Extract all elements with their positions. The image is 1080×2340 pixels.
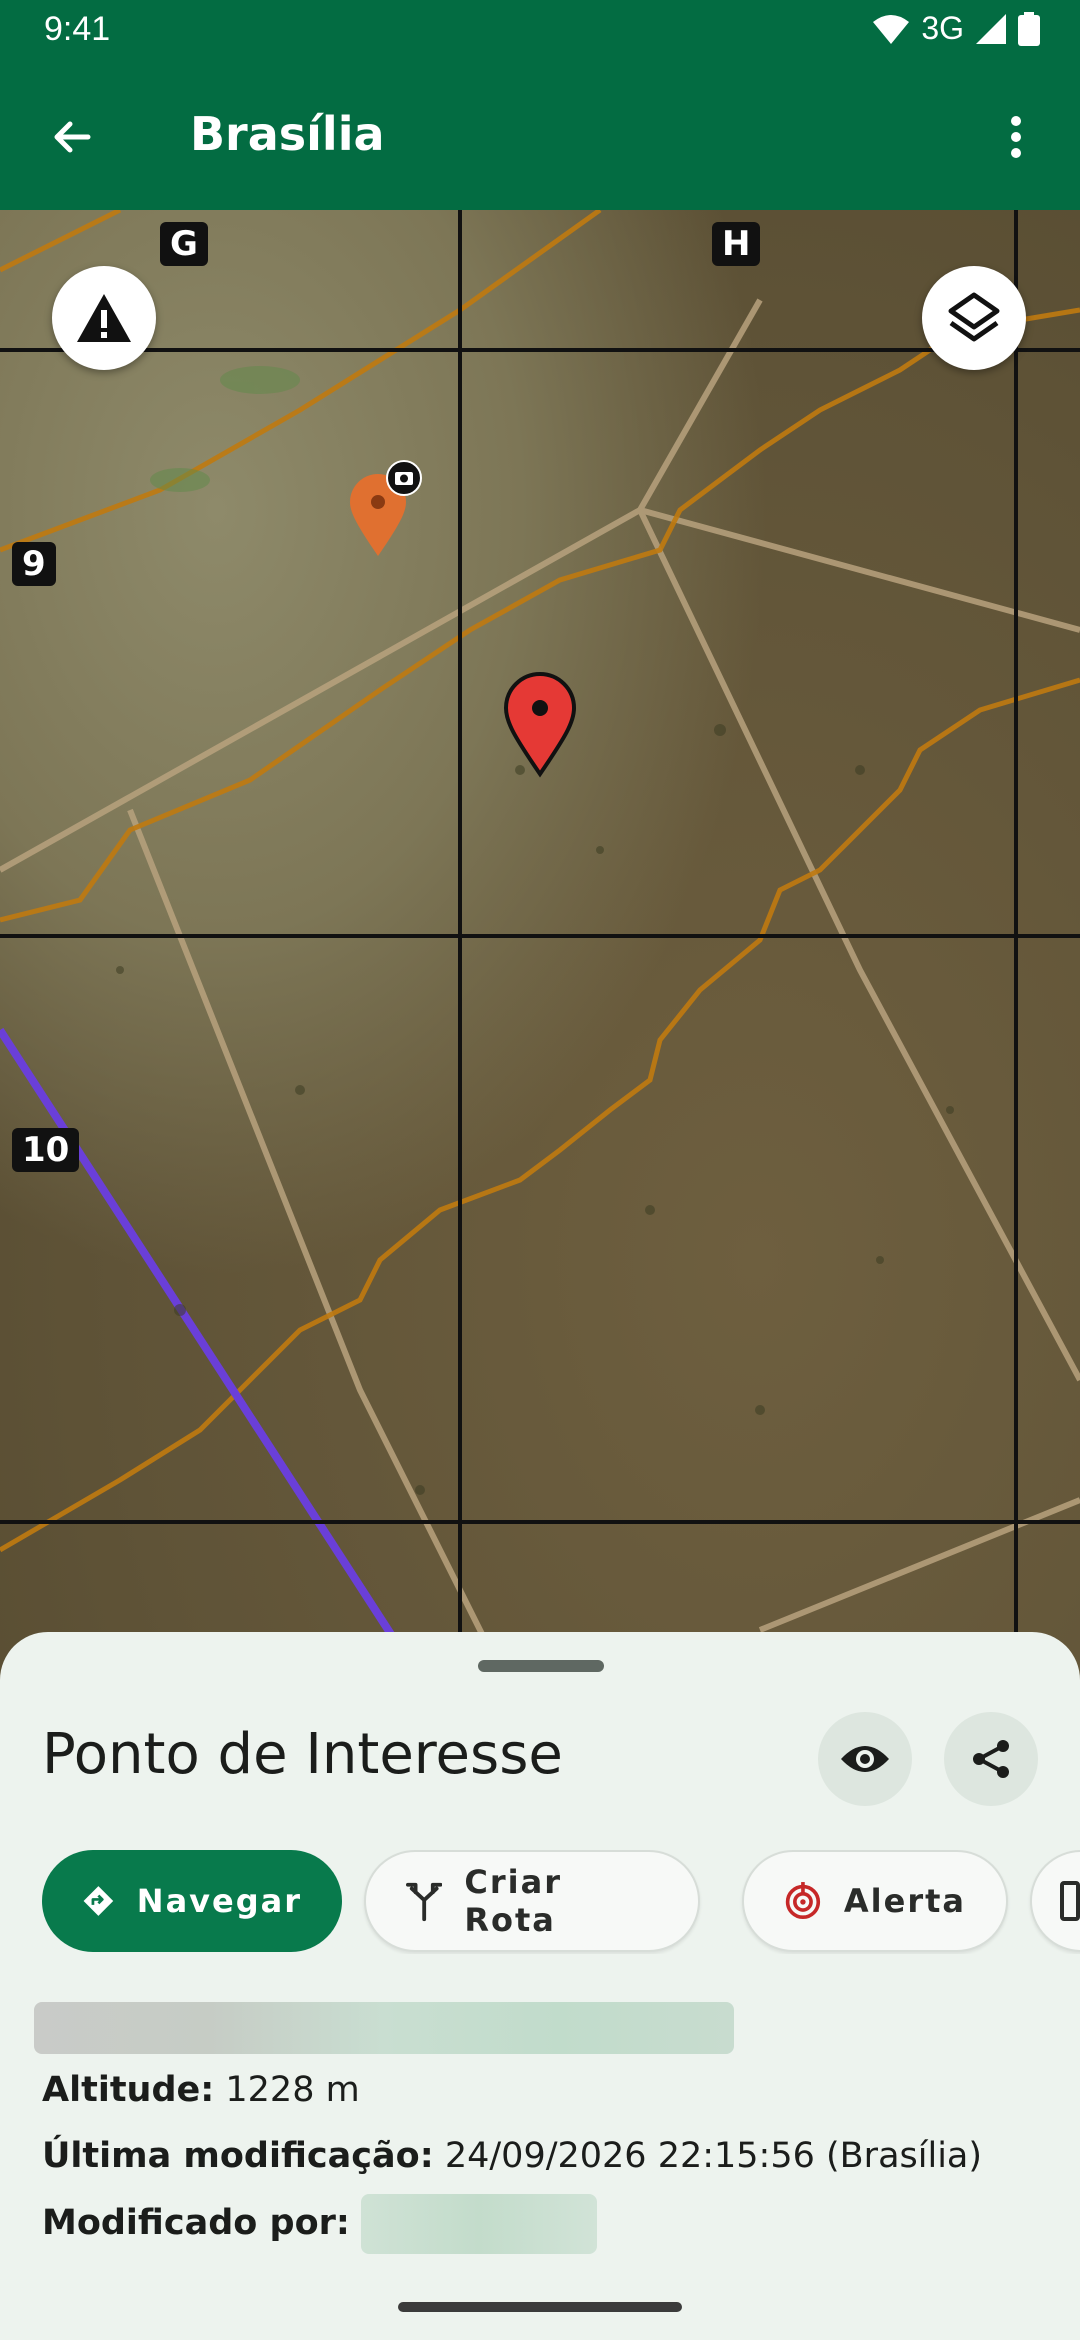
more-vert-icon: [1011, 116, 1021, 158]
layers-icon: [948, 292, 1000, 342]
map-view[interactable]: G H 9 10: [0, 210, 1080, 1710]
create-route-button[interactable]: Criar Rota: [364, 1850, 700, 1952]
altitude-label: Altitude:: [42, 2070, 215, 2110]
grid-label-g: G: [160, 222, 208, 266]
more-options-button[interactable]: [992, 105, 1040, 169]
page-title: Brasília: [190, 107, 385, 161]
fork-route-icon: [406, 1882, 443, 1922]
red-pin-icon: [503, 672, 577, 778]
grid-label-h: H: [712, 222, 761, 266]
wifi-icon: [873, 14, 910, 44]
modified-by-label: Modificado por:: [42, 2203, 350, 2243]
redacted-coordinates: [34, 2002, 734, 2054]
arrow-left-icon: [54, 121, 91, 153]
warning-button[interactable]: [52, 266, 156, 370]
modified-by-row: Modificado por:: [42, 2194, 598, 2254]
last-modified-row: Última modificação: 24/09/2026 22:15:56 …: [42, 2136, 982, 2176]
navigate-button[interactable]: Navegar: [42, 1850, 342, 1952]
map-overlay: [0, 210, 1080, 1710]
grid-label-10: 10: [12, 1128, 80, 1172]
eye-icon: [841, 1746, 889, 1772]
altitude-row: Altitude: 1228 m: [42, 2070, 360, 2110]
status-bar: 9:41 3G: [0, 0, 1080, 60]
signal-icon: [976, 13, 1006, 44]
gesture-navigation-bar[interactable]: [398, 2302, 682, 2312]
photo-marker[interactable]: [346, 460, 422, 560]
share-button[interactable]: [944, 1712, 1038, 1806]
more-actions-chip[interactable]: [1030, 1850, 1080, 1952]
grid-label-9: 9: [12, 542, 56, 586]
directions-icon: [83, 1886, 114, 1916]
network-type: 3G: [921, 10, 964, 46]
selected-poi-marker[interactable]: [502, 670, 578, 778]
redacted-user-name: [361, 2194, 598, 2254]
warning-icon: [77, 294, 131, 342]
battery-icon: [1018, 11, 1040, 46]
app-bar: Brasília: [0, 60, 1080, 210]
visibility-button[interactable]: [818, 1712, 912, 1806]
poi-title: Ponto de Interesse: [42, 1722, 563, 1787]
navigate-label: Navegar: [136, 1882, 302, 1920]
last-modified-value: 24/09/2026 22:15:56 (Brasília): [444, 2136, 983, 2176]
share-icon: [973, 1740, 1009, 1778]
action-chips: Navegar Criar Rota Alerta: [42, 1850, 1080, 1954]
back-button[interactable]: [40, 105, 104, 169]
camera-icon: [386, 460, 422, 496]
last-modified-label: Última modificação:: [42, 2136, 434, 2176]
alert-button[interactable]: Alerta: [742, 1850, 1008, 1952]
create-route-label: Criar Rota: [464, 1863, 562, 1939]
status-icons: 3G: [871, 10, 1040, 47]
poi-bottom-sheet: Ponto de Interesse Navegar Criar Rota Al…: [0, 1632, 1080, 2340]
alert-target-icon: [785, 1882, 821, 1920]
alert-label: Alerta: [843, 1882, 966, 1920]
altitude-value: 1228 m: [225, 2070, 360, 2110]
drag-handle[interactable]: [478, 1660, 604, 1672]
status-time: 9:41: [44, 10, 111, 48]
note-icon: [1060, 1881, 1080, 1921]
layers-button[interactable]: [922, 266, 1026, 370]
